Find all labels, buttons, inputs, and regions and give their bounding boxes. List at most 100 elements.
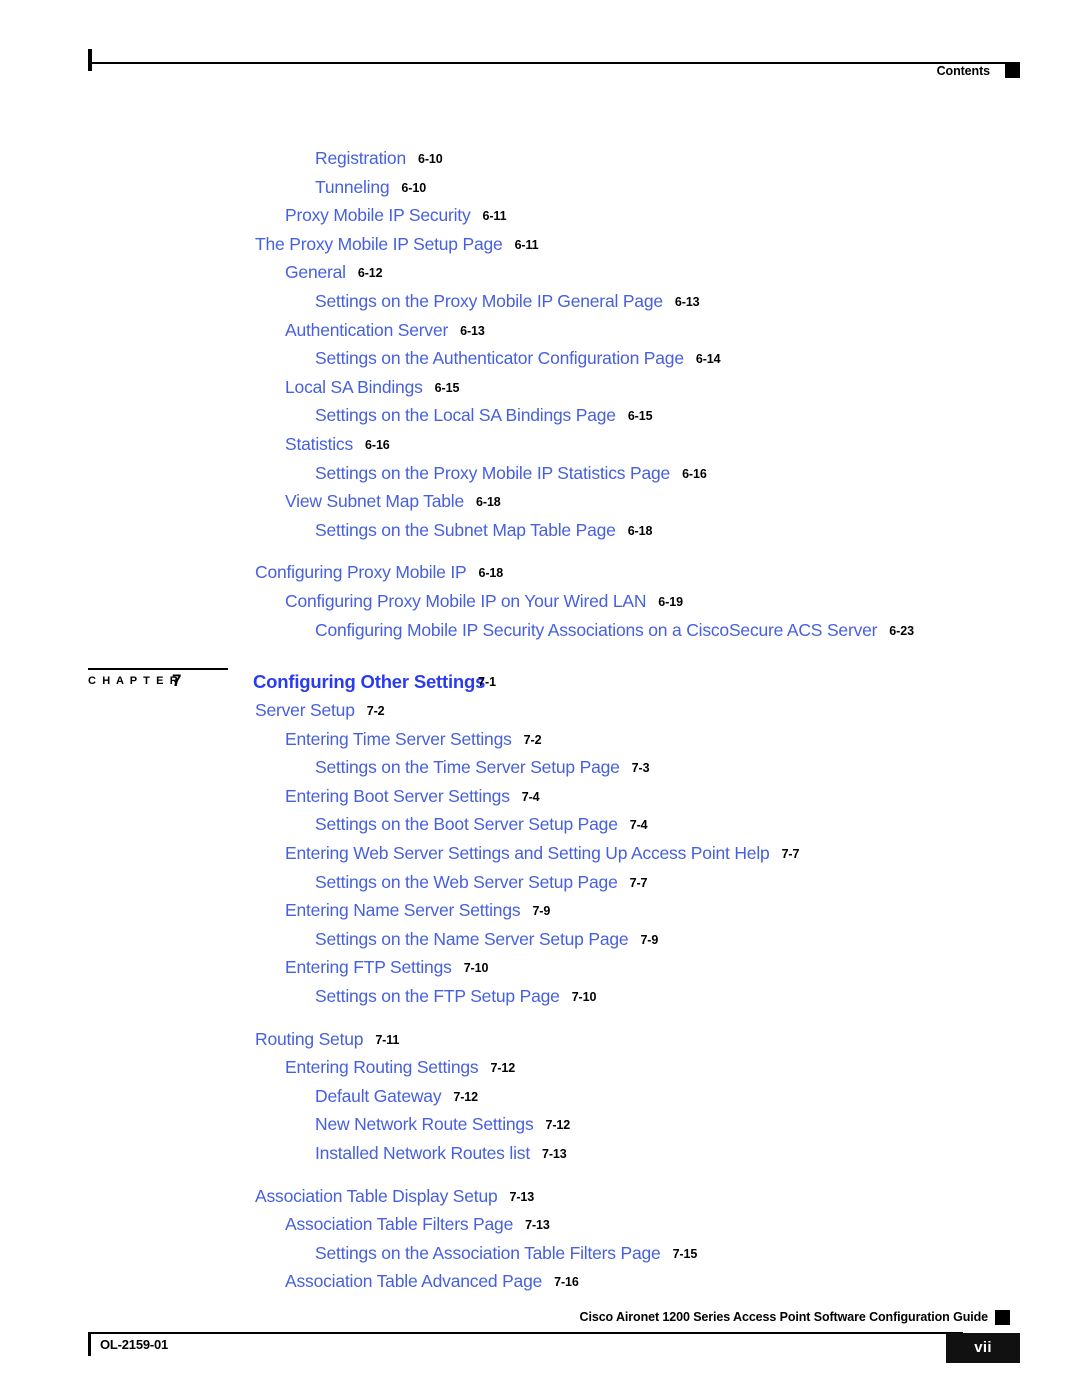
toc-entry-page-number: 7-9: [640, 932, 659, 947]
toc-entry-label[interactable]: Entering Routing Settings: [285, 1057, 479, 1077]
toc-entry[interactable]: View Subnet Map Table 6-18: [0, 491, 1080, 520]
toc-entry-label[interactable]: Default Gateway: [315, 1086, 442, 1106]
toc-entry-page-number: 7-7: [629, 875, 648, 890]
toc-entry[interactable]: Proxy Mobile IP Security 6-11: [0, 205, 1080, 234]
toc-entry-label[interactable]: Association Table Advanced Page: [285, 1271, 542, 1291]
toc-entry[interactable]: Entering FTP Settings 7-10: [0, 957, 1080, 986]
toc-entry[interactable]: Settings on the Boot Server Setup Page 7-…: [0, 814, 1080, 843]
toc-entry-page-number: 7-12: [490, 1061, 516, 1076]
toc-entry[interactable]: Settings on the Proxy Mobile IP General …: [0, 291, 1080, 320]
toc-entry[interactable]: Settings on the Authenticator Configurat…: [0, 348, 1080, 377]
toc-entry-label[interactable]: Settings on the Proxy Mobile IP General …: [315, 291, 663, 311]
toc-entry-label[interactable]: Routing Setup: [255, 1029, 364, 1049]
toc-entry[interactable]: Settings on the Proxy Mobile IP Statisti…: [0, 463, 1080, 492]
toc-entry-label[interactable]: Entering Time Server Settings: [285, 729, 512, 749]
toc-entry[interactable]: Entering Boot Server Settings 7-4: [0, 786, 1080, 815]
toc-entry[interactable]: General 6-12: [0, 262, 1080, 291]
toc-entry-page-number: 7-7: [781, 846, 800, 861]
toc-entry-label[interactable]: Statistics: [285, 434, 353, 454]
toc-entry-label[interactable]: Settings on the Authenticator Configurat…: [315, 348, 684, 368]
toc-entry-label[interactable]: Server Setup: [255, 700, 355, 720]
toc-entry-label[interactable]: The Proxy Mobile IP Setup Page: [255, 234, 503, 254]
toc-entry[interactable]: Configuring Mobile IP Security Associati…: [0, 620, 1080, 649]
toc-entry-page-number: 7-4: [629, 818, 648, 833]
toc-entry-label[interactable]: Entering Name Server Settings: [285, 900, 521, 920]
toc-entry[interactable]: Association Table Display Setup 7-13: [0, 1186, 1080, 1215]
toc-entry-label[interactable]: Settings on the Time Server Setup Page: [315, 757, 620, 777]
toc-entry-page-number: 7-2: [523, 732, 542, 747]
toc-entry[interactable]: Statistics 6-16: [0, 434, 1080, 463]
toc-entry-label[interactable]: Settings on the Local SA Bindings Page: [315, 405, 616, 425]
toc-entry[interactable]: Configuring Proxy Mobile IP on Your Wire…: [0, 591, 1080, 620]
toc-entry-page-number: 7-10: [571, 989, 597, 1004]
header-left-marker: [88, 49, 92, 71]
toc-entry[interactable]: Default Gateway 7-12: [0, 1086, 1080, 1115]
toc-entry-label[interactable]: Entering Web Server Settings and Setting…: [285, 843, 770, 863]
chapter-title-link[interactable]: Configuring Other Settings: [253, 671, 485, 693]
toc-entry-label[interactable]: Configuring Mobile IP Security Associati…: [315, 620, 877, 640]
toc-entry-label[interactable]: Proxy Mobile IP Security: [285, 205, 471, 225]
toc-entry-page-number: 6-12: [357, 266, 383, 281]
toc-entry-page-number: 7-4: [521, 789, 540, 804]
toc-entry-label[interactable]: Settings on the Subnet Map Table Page: [315, 520, 616, 540]
toc-entry[interactable]: Association Table Advanced Page 7-16: [0, 1271, 1080, 1300]
toc-entry-label[interactable]: Installed Network Routes list: [315, 1143, 530, 1163]
toc-entry-page-number: 6-19: [658, 594, 683, 609]
toc-entry-label[interactable]: Settings on the Boot Server Setup Page: [315, 814, 618, 834]
toc-entry[interactable]: Routing Setup 7-11: [0, 1029, 1080, 1058]
footer-square-marker: [995, 1310, 1010, 1325]
toc-entry[interactable]: Configuring Proxy Mobile IP 6-18: [0, 562, 1080, 591]
toc-entry-page-number: 7-13: [509, 1189, 535, 1204]
toc-entry-page-number: 6-13: [674, 294, 700, 309]
chapter-entry[interactable]: C H A P T E R 7 Configuring Other Settin…: [0, 664, 1080, 704]
toc-entry-page-number: 6-16: [682, 466, 707, 481]
toc-entry[interactable]: Entering Name Server Settings 7-9: [0, 900, 1080, 929]
toc-entry-page-number: 6-13: [460, 323, 485, 338]
toc-entry-label[interactable]: Association Table Display Setup: [255, 1186, 498, 1206]
toc-entry[interactable]: Local SA Bindings 6-15: [0, 377, 1080, 406]
toc-entry-label[interactable]: Authentication Server: [285, 320, 448, 340]
toc-entry[interactable]: Entering Web Server Settings and Setting…: [0, 843, 1080, 872]
toc-entry[interactable]: Settings on the FTP Setup Page 7-10: [0, 986, 1080, 1015]
toc-entry[interactable]: Authentication Server 6-13: [0, 320, 1080, 349]
toc-entry-label[interactable]: Settings on the FTP Setup Page: [315, 986, 560, 1006]
toc-entry[interactable]: Entering Routing Settings 7-12: [0, 1057, 1080, 1086]
toc-entry-page-number: 6-23: [889, 623, 914, 638]
toc-entry[interactable]: Settings on the Name Server Setup Page 7-…: [0, 929, 1080, 958]
toc-entry-label[interactable]: Registration: [315, 148, 406, 168]
toc-entry-label[interactable]: View Subnet Map Table: [285, 491, 464, 511]
toc-entry[interactable]: Association Table Filters Page 7-13: [0, 1214, 1080, 1243]
toc-entry[interactable]: Settings on the Time Server Setup Page 7-…: [0, 757, 1080, 786]
toc-entry[interactable]: Settings on the Association Table Filter…: [0, 1243, 1080, 1272]
toc-entry[interactable]: The Proxy Mobile IP Setup Page 6-11: [0, 234, 1080, 263]
toc-entry-label[interactable]: General: [285, 262, 346, 282]
toc-entry[interactable]: New Network Route Settings 7-12: [0, 1114, 1080, 1143]
toc-list-chapter-7: Server Setup 7-2 Entering Time Server Sett…: [0, 700, 1080, 1300]
toc-entry-page-number: 7-12: [453, 1089, 478, 1104]
toc-entry[interactable]: Settings on the Web Server Setup Page 7-7: [0, 872, 1080, 901]
toc-entry-page-number: 6-16: [365, 437, 390, 452]
toc-entry-label[interactable]: Tunneling: [315, 177, 390, 197]
toc-entry-page-number: 6-18: [627, 523, 653, 538]
toc-entry-label[interactable]: Local SA Bindings: [285, 377, 423, 397]
toc-entry-label[interactable]: Settings on the Name Server Setup Page: [315, 929, 629, 949]
toc-entry[interactable]: Tunneling 6-10: [0, 177, 1080, 206]
toc-entry[interactable]: Settings on the Subnet Map Table Page 6-1…: [0, 520, 1080, 549]
toc-entry-label[interactable]: Settings on the Proxy Mobile IP Statisti…: [315, 463, 670, 483]
toc-entry-page-number: 7-10: [463, 961, 489, 976]
toc-entry-label[interactable]: Settings on the Association Table Filter…: [315, 1243, 661, 1263]
toc-entry[interactable]: Installed Network Routes list 7-13: [0, 1143, 1080, 1172]
toc-list-chapter-6: Registration 6-10 Tunneling 6-10 Proxy Mobil…: [0, 148, 1080, 648]
toc-entry-label[interactable]: Configuring Proxy Mobile IP on Your Wire…: [285, 591, 646, 611]
toc-entry[interactable]: Registration 6-10: [0, 148, 1080, 177]
toc-entry-label[interactable]: Configuring Proxy Mobile IP: [255, 562, 467, 582]
toc-entry[interactable]: Settings on the Local SA Bindings Page 6-…: [0, 405, 1080, 434]
toc-entry[interactable]: Server Setup 7-2: [0, 700, 1080, 729]
toc-entry-label[interactable]: Association Table Filters Page: [285, 1214, 513, 1234]
toc-entry-label[interactable]: Settings on the Web Server Setup Page: [315, 872, 618, 892]
toc-entry-page-number: 7-2: [366, 704, 385, 718]
toc-entry[interactable]: Entering Time Server Settings 7-2: [0, 729, 1080, 758]
toc-entry-label[interactable]: New Network Route Settings: [315, 1114, 534, 1134]
toc-entry-label[interactable]: Entering FTP Settings: [285, 957, 452, 977]
toc-entry-label[interactable]: Entering Boot Server Settings: [285, 786, 510, 806]
